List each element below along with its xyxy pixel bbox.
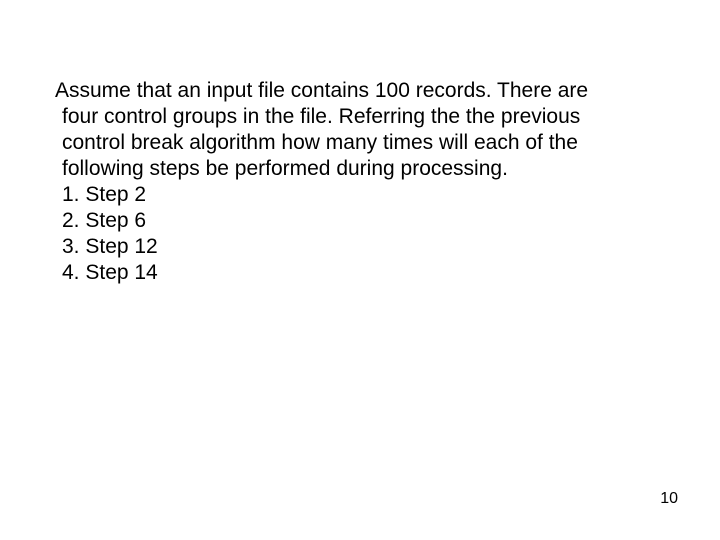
page-number: 10 [660,490,678,508]
slide-body: Assume that an input file contains 100 r… [62,78,622,286]
intro-paragraph: Assume that an input file contains 100 r… [62,78,622,182]
list-item: 4. Step 14 [62,260,622,286]
list-item: 2. Step 6 [62,208,622,234]
list-item: 1. Step 2 [62,182,622,208]
slide: Assume that an input file contains 100 r… [0,0,720,540]
list-item: 3. Step 12 [62,234,622,260]
